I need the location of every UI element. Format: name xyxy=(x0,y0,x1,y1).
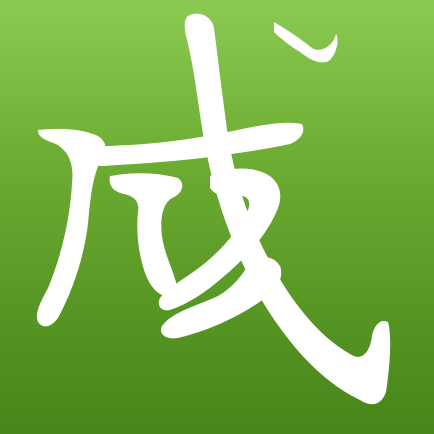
glyph-top-hook-stroke xyxy=(184,13,391,405)
glyph-inner-left-stroke xyxy=(109,173,183,297)
app-icon-tile[interactable]: 成 xyxy=(0,0,434,434)
calligraphy-glyph xyxy=(36,13,391,405)
glyph-dot-stroke xyxy=(274,22,338,63)
